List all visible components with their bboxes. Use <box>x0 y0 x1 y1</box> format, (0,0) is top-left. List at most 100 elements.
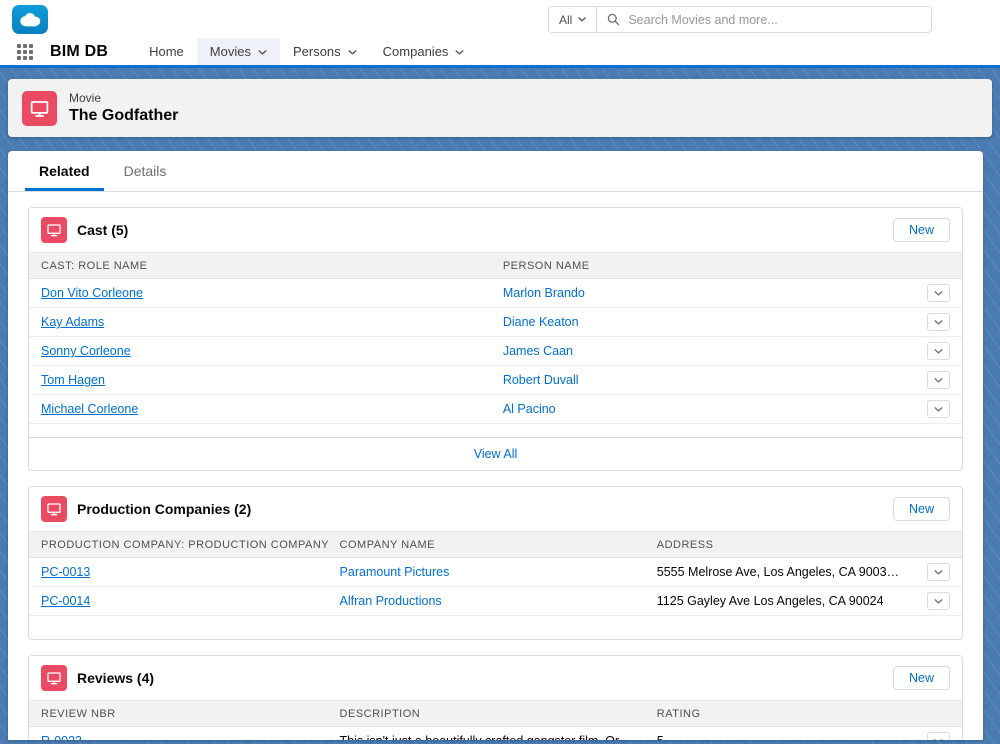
cloud-logo-icon <box>17 11 43 28</box>
row-actions-button[interactable] <box>927 400 950 418</box>
chevron-down-icon <box>934 349 943 354</box>
new-review-button[interactable]: New <box>893 666 950 690</box>
tab-label: Details <box>124 163 167 179</box>
description-cell: This isn't just a beautifully crafted ga… <box>328 727 645 741</box>
person-link[interactable]: Al Pacino <box>503 402 556 416</box>
salesforce-record-page: { "colors": { "brand_blue": "#0070d2", "… <box>0 0 1000 747</box>
column-header-actions <box>915 532 962 558</box>
monitor-icon <box>46 670 62 686</box>
record-header: Movie The Godfather <box>8 79 992 137</box>
rating-cell: 5 <box>645 727 916 741</box>
new-cast-button[interactable]: New <box>893 218 950 242</box>
new-production-company-button[interactable]: New <box>893 497 950 521</box>
column-header-actions <box>915 253 962 279</box>
table-row: PC-0013 Paramount Pictures 5555 Melrose … <box>29 558 962 587</box>
chevron-down-icon <box>578 17 586 22</box>
person-link[interactable]: Diane Keaton <box>503 315 579 329</box>
view-all-link[interactable]: View All <box>474 447 518 461</box>
cast-table: CAST: ROLE NAME PERSON NAME Don Vito Cor… <box>29 252 962 424</box>
nav-tab-companies[interactable]: Companies <box>370 38 478 65</box>
cast-entity-icon <box>41 217 67 243</box>
nav-tab-label: Home <box>149 44 184 59</box>
chevron-down-icon[interactable] <box>348 50 357 55</box>
row-actions-button[interactable] <box>927 732 950 740</box>
record-header-text: Movie The Godfather <box>69 91 178 125</box>
cast-role-link[interactable]: Kay Adams <box>41 315 104 329</box>
tab-related[interactable]: Related <box>22 151 107 191</box>
person-link[interactable]: James Caan <box>503 344 573 358</box>
address-cell: 5555 Melrose Ave, Los Angeles, CA 90038,… <box>645 558 916 587</box>
row-actions-button[interactable] <box>927 563 950 581</box>
tab-details[interactable]: Details <box>107 151 184 191</box>
production-company-entity-icon <box>41 496 67 522</box>
search-scope-button[interactable]: All <box>548 6 596 33</box>
salesforce-logo <box>12 5 48 34</box>
person-link[interactable]: Robert Duvall <box>503 373 579 387</box>
nav-tab-movies[interactable]: Movies <box>197 38 280 65</box>
production-company-link[interactable]: PC-0013 <box>41 565 90 579</box>
row-actions-button[interactable] <box>927 592 950 610</box>
column-header: PRODUCTION COMPANY: PRODUCTION COMPANY N… <box>29 532 328 558</box>
chevron-down-icon <box>934 378 943 383</box>
search-box <box>596 6 932 33</box>
nav-tab-persons[interactable]: Persons <box>280 38 370 65</box>
production-company-link[interactable]: PC-0014 <box>41 594 90 608</box>
table-row: Don Vito Corleone Marlon Brando <box>29 279 962 308</box>
nav-tabs: Home Movies Persons Companies <box>136 38 477 65</box>
row-actions-button[interactable] <box>927 284 950 302</box>
chevron-down-icon <box>934 739 943 741</box>
search-icon <box>607 13 620 26</box>
monitor-icon <box>46 222 62 238</box>
related-list-title: Production Companies (2) <box>77 501 251 517</box>
table-row: R-0023 This isn't just a beautifully cra… <box>29 727 962 741</box>
column-header: DESCRIPTION <box>328 701 645 727</box>
row-actions-button[interactable] <box>927 342 950 360</box>
column-header: REVIEW NBR <box>29 701 328 727</box>
cast-role-link[interactable]: Sonny Corleone <box>41 344 131 358</box>
search-input[interactable] <box>628 13 921 27</box>
global-search: All <box>548 6 932 33</box>
table-row: Tom Hagen Robert Duvall <box>29 366 962 395</box>
row-actions-button[interactable] <box>927 371 950 389</box>
nav-tab-label: Companies <box>383 44 449 59</box>
tab-label: Related <box>39 163 90 179</box>
table-row: Kay Adams Diane Keaton <box>29 308 962 337</box>
app-name: BIM DB <box>42 38 124 65</box>
page-title: The Godfather <box>69 107 178 125</box>
column-header: RATING <box>645 701 916 727</box>
cast-role-link[interactable]: Don Vito Corleone <box>41 286 143 300</box>
related-list-title: Cast (5) <box>77 222 128 238</box>
company-link[interactable]: Paramount Pictures <box>340 565 450 579</box>
app-launcher-icon <box>17 44 33 60</box>
movie-entity-icon <box>22 91 57 126</box>
column-header: PERSON NAME <box>491 253 916 279</box>
record-body-card: Related Details Cast (5) New <box>8 151 983 740</box>
cast-role-link[interactable]: Michael Corleone <box>41 402 138 416</box>
chevron-down-icon[interactable] <box>455 50 464 55</box>
related-list-reviews: Reviews (4) New REVIEW NBR DESCRIPTION R… <box>28 655 963 740</box>
related-list-header: Production Companies (2) New <box>29 487 962 531</box>
column-header: CAST: ROLE NAME <box>29 253 491 279</box>
chevron-down-icon <box>934 407 943 412</box>
production-companies-table: PRODUCTION COMPANY: PRODUCTION COMPANY N… <box>29 531 962 616</box>
cast-role-link[interactable]: Tom Hagen <box>41 373 105 387</box>
related-list-cast: Cast (5) New CAST: ROLE NAME PERSON NAME… <box>28 207 963 471</box>
related-list-production-companies: Production Companies (2) New PRODUCTION … <box>28 486 963 640</box>
page-background: Movie The Godfather Related Details Cast… <box>0 68 1000 744</box>
monitor-icon <box>46 501 62 517</box>
reviews-table: REVIEW NBR DESCRIPTION RATING R-0023 Thi… <box>29 700 962 740</box>
record-tabs: Related Details <box>8 151 983 192</box>
chevron-down-icon[interactable] <box>258 50 267 55</box>
row-actions-button[interactable] <box>927 313 950 331</box>
company-link[interactable]: Alfran Productions <box>340 594 442 608</box>
monitor-icon <box>29 98 50 119</box>
view-all-footer: View All <box>29 437 962 470</box>
nav-tab-home[interactable]: Home <box>136 38 197 65</box>
column-header-actions <box>915 701 962 727</box>
app-launcher-button[interactable] <box>8 38 42 65</box>
review-link[interactable]: R-0023 <box>41 734 82 740</box>
chevron-down-icon <box>934 291 943 296</box>
global-header: All <box>0 0 1000 38</box>
person-link[interactable]: Marlon Brando <box>503 286 585 300</box>
table-row: PC-0014 Alfran Productions 1125 Gayley A… <box>29 587 962 616</box>
